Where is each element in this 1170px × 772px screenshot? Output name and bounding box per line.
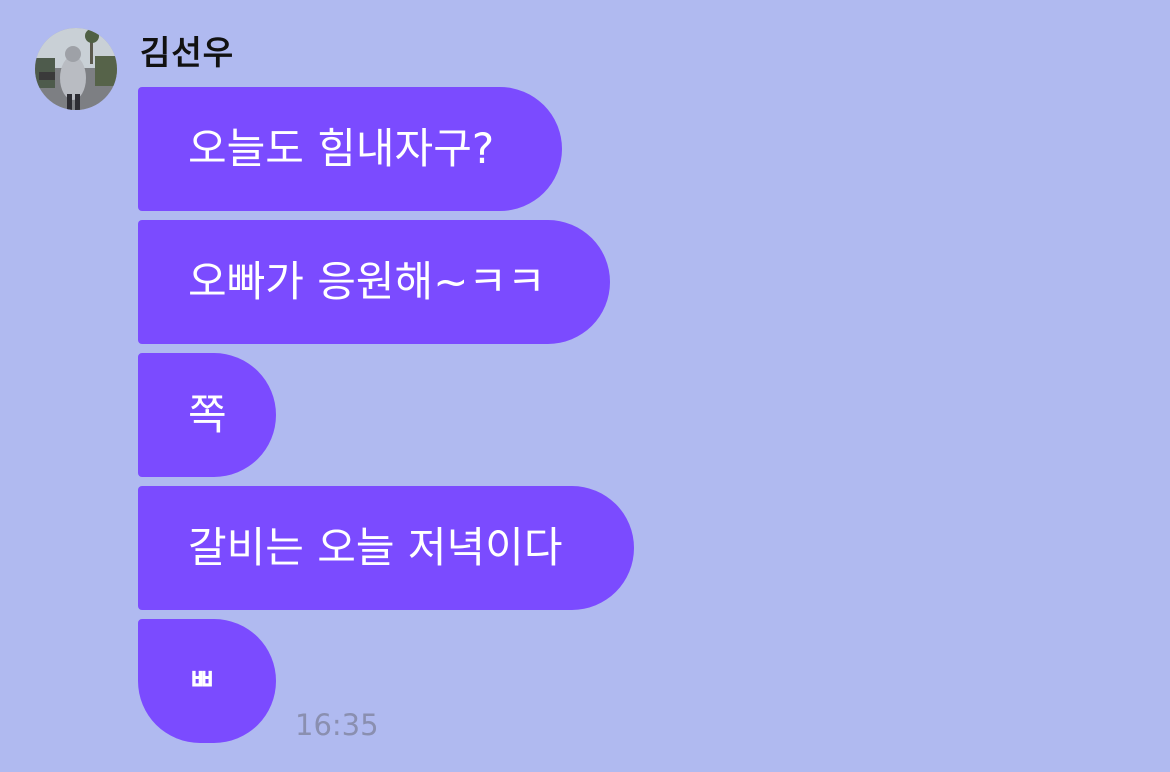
message-timestamp: 16:35 <box>295 708 379 742</box>
message-bubble[interactable]: 쪽 <box>138 353 276 477</box>
message-bubble[interactable]: 오빠가 응원해~ㅋㅋ <box>138 220 610 344</box>
message-bubble[interactable]: 갈비는 오늘 저녁이다 <box>138 486 634 610</box>
avatar-photo <box>35 28 117 110</box>
message-bubble[interactable]: ㅃ <box>138 619 276 743</box>
sender-name: 김선우 <box>140 33 235 72</box>
avatar[interactable] <box>35 28 117 110</box>
message-bubble[interactable]: 오늘도 힘내자구? <box>138 87 562 211</box>
